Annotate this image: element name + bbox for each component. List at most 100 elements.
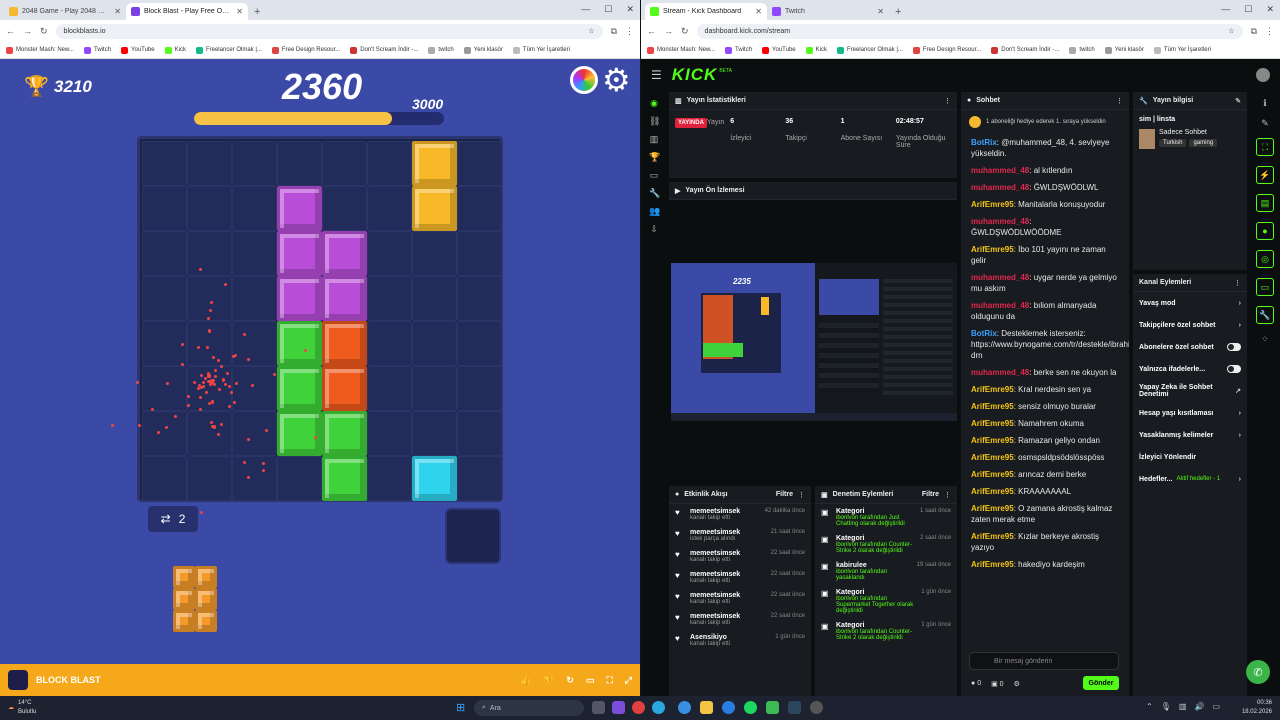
note-icon[interactable]: ▤ (1256, 194, 1274, 212)
stats-icon[interactable]: ▥ (649, 134, 659, 144)
bookmark-item[interactable]: Monster Mash: New... (6, 46, 74, 54)
activity-item[interactable]: ♥ Asensikiyo kanalı takip etti 1 gün önce (669, 630, 811, 651)
mod-action-item[interactable]: ▣ Kategori ibonlvon tarafından Supermarket… (815, 585, 957, 618)
chat-bubble-icon[interactable]: ● (1256, 222, 1274, 240)
maximize-icon[interactable]: ☐ (604, 4, 612, 15)
tray-piece-cell[interactable] (173, 610, 195, 632)
bookmark-item[interactable]: Twitch (725, 46, 752, 54)
bookmark-item[interactable]: twitch (1069, 46, 1095, 54)
back-icon[interactable]: ← (6, 26, 15, 36)
chat-username[interactable]: BotRix (971, 138, 997, 147)
chrome-active-icon[interactable] (678, 701, 691, 714)
opera-icon[interactable] (632, 701, 645, 714)
tray-piece-cell[interactable] (195, 566, 217, 588)
info-icon[interactable]: ℹ (1260, 98, 1270, 108)
wrench-icon[interactable]: 🔧 (1256, 306, 1274, 324)
more-icon[interactable]: ⋮ (944, 97, 951, 105)
address-bar[interactable]: blockblasts.io ☆ (55, 23, 603, 39)
task-view-icon[interactable] (592, 701, 605, 714)
more-icon[interactable]: ⋮ (1234, 279, 1241, 287)
bookmark-item[interactable]: twitch (428, 46, 454, 54)
app-icon[interactable] (766, 701, 779, 714)
settings-gear-icon[interactable]: ⚙ (602, 64, 631, 96)
back-icon[interactable]: ← (647, 26, 656, 36)
mod-action-item[interactable]: ▣ kabirulee ibonlvon tarafından yasaklandı… (815, 558, 957, 585)
mic-icon[interactable]: 🎙 (1161, 702, 1171, 711)
tab-block-blast[interactable]: Block Blast - Play Free Onli... ✕ (126, 3, 248, 20)
tab-twitch[interactable]: Twitch ✕ (767, 3, 889, 20)
menu-icon[interactable]: ⋮ (1265, 26, 1274, 37)
rotate-swap-button[interactable]: ⇄ 2 (148, 506, 198, 532)
game-board[interactable] (137, 136, 503, 502)
chat-username[interactable]: ArifEmre95 (971, 532, 1014, 541)
send-button[interactable]: Gönder (1083, 676, 1119, 690)
more-icon[interactable]: ⋮ (944, 491, 951, 499)
volume-icon[interactable]: 🔊 (1194, 702, 1204, 711)
bookmark-item[interactable]: Freelancer Olmak |... (836, 46, 903, 54)
reload-icon[interactable]: ↻ (40, 26, 48, 37)
chat-username[interactable]: muhammed_48 (971, 301, 1029, 310)
explorer-icon[interactable] (700, 701, 713, 714)
comment-icon[interactable]: ▭ (586, 675, 595, 686)
trophy-icon[interactable]: 🏆 (649, 152, 660, 162)
filter-button[interactable]: Filtre (922, 491, 939, 498)
chat-username[interactable]: ArifEmre95 (971, 402, 1014, 411)
new-tab-button[interactable]: + (254, 6, 260, 18)
close-window-icon[interactable]: ✕ (626, 4, 634, 15)
channel-action-item[interactable]: Yavaş mod › (1133, 292, 1247, 314)
chat-username[interactable]: muhammed_48 (971, 217, 1029, 226)
bookmark-item[interactable]: YouTube (121, 46, 155, 54)
new-tab-button[interactable]: + (895, 6, 901, 18)
download-icon[interactable]: ⇩ (649, 224, 659, 234)
edit-icon[interactable]: ✎ (1235, 97, 1241, 105)
chat-username[interactable]: ArifEmre95 (971, 487, 1014, 496)
tray-piece-cell[interactable] (173, 588, 195, 610)
tag[interactable]: gaming (1189, 139, 1218, 147)
chat-username[interactable]: ArifEmre95 (971, 419, 1014, 428)
minimize-icon[interactable]: — (1221, 4, 1230, 15)
bookmark-item[interactable]: Monster Mash: New... (647, 46, 715, 54)
steam-icon[interactable] (788, 701, 801, 714)
tab-kick-dashboard[interactable]: Stream - Kick Dashboard ✕ (645, 3, 767, 20)
bolt-icon[interactable]: ⚡ (1256, 166, 1274, 184)
channel-action-item[interactable]: Yalnızca ifadelerle... (1133, 358, 1247, 380)
channel-action-item[interactable]: Yapay Zeka ile Sohbet Denetimi ↗ (1133, 380, 1247, 402)
chat-username[interactable]: muhammed_48 (971, 183, 1029, 192)
channel-action-item[interactable]: Takipçilere özel sohbet › (1133, 314, 1247, 336)
chevron-up-icon[interactable]: ⌃ (1146, 702, 1153, 711)
bookmark-item[interactable]: Tüm Yer İşaretleri (1153, 46, 1211, 54)
bookmark-item[interactable]: Yeni klasör (463, 46, 503, 54)
chat-username[interactable]: ArifEmre95 (971, 245, 1014, 254)
weather-widget[interactable]: ☁ 14°C Bulutlu (8, 699, 36, 717)
teams-icon[interactable] (612, 701, 625, 714)
restart-icon[interactable]: ↻ (566, 675, 574, 686)
bookmark-item[interactable]: Kick (805, 46, 827, 54)
taskbar-search[interactable]: ⌕ Ara (474, 700, 584, 716)
forward-icon[interactable]: → (23, 26, 32, 36)
bookmark-item[interactable]: Tüm Yer İşaretleri (512, 46, 570, 54)
clip-icon[interactable]: ⛶ (1256, 138, 1274, 156)
channel-action-item[interactable]: Hedefler... Aktif hedefler - 1 › (1133, 468, 1247, 490)
mod-action-item[interactable]: ▣ Kategori ibonlvon tarafından Counter-Str… (815, 531, 957, 558)
chat-username[interactable]: muhammed_48 (971, 273, 1029, 282)
bookmark-item[interactable]: Free Design Resour... (912, 46, 981, 54)
menu-icon[interactable]: ⋮ (625, 26, 634, 37)
chat-username[interactable]: ArifEmre95 (971, 453, 1014, 462)
hamburger-menu-icon[interactable]: ☰ (651, 68, 662, 82)
chat-username[interactable]: BotRix (971, 329, 997, 338)
obs-icon[interactable] (810, 701, 823, 714)
forward-icon[interactable]: → (664, 26, 673, 36)
bookmark-item[interactable]: Free Design Resour... (271, 46, 340, 54)
chrome-icon[interactable] (652, 701, 665, 714)
close-window-icon[interactable]: ✕ (1266, 4, 1274, 15)
activity-item[interactable]: ♥ memeetsimsek kanalı takip etti 22 saat ön… (669, 609, 811, 630)
address-bar[interactable]: dashboard.kick.com/stream ☆ (696, 23, 1243, 39)
minimize-icon[interactable]: — (581, 4, 590, 15)
clock[interactable]: 00:36 18.02.2026 (1242, 699, 1272, 717)
spotify-icon[interactable] (744, 701, 757, 714)
activity-item[interactable]: ♥ memeetsimsek kanalı takip etti 42 dakika … (669, 504, 811, 525)
activity-item[interactable]: ♥ memeetsimsek kanalı takip etti 22 saat ön… (669, 567, 811, 588)
more-icon[interactable]: ⋮ (798, 491, 805, 499)
tray-piece-cell[interactable] (195, 610, 217, 632)
activity-item[interactable]: ♥ memeetsimsek kanalı takip etti 22 saat ön… (669, 546, 811, 567)
